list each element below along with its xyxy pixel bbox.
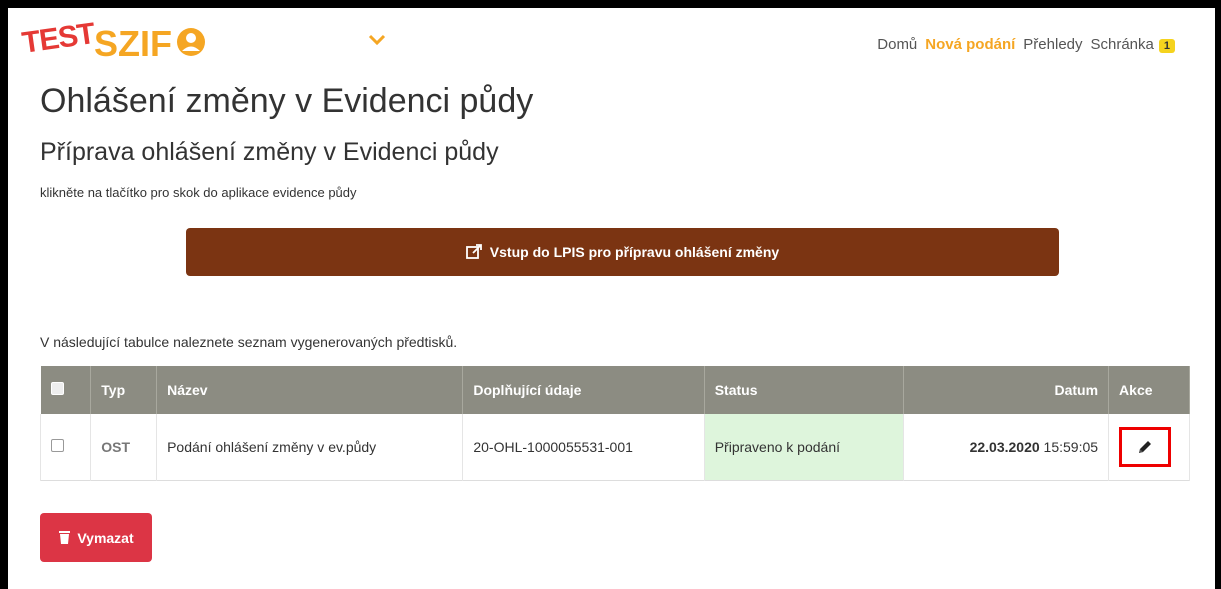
row-checkbox[interactable] xyxy=(51,438,64,452)
edit-button[interactable] xyxy=(1119,426,1172,467)
lpis-entry-button-label: Vstup do LPIS pro přípravu ohlášení změn… xyxy=(489,244,780,260)
user-circle-icon[interactable] xyxy=(176,27,206,57)
header-datum[interactable]: Datum xyxy=(903,366,1110,414)
header-doplnujici[interactable]: Doplňující údaje xyxy=(462,366,705,414)
row-time: 15:59:05 xyxy=(1043,438,1099,455)
table-header-row: Typ Název Doplňující údaje Status Datum … xyxy=(40,366,1190,414)
nav-inbox-label: Schránka xyxy=(1090,36,1154,53)
delete-button[interactable]: Vymazat xyxy=(40,513,152,562)
select-all-checkbox[interactable] xyxy=(50,382,64,395)
row-actions xyxy=(1108,414,1190,480)
hint-text: klikněte na tlačítko pro skok do aplikac… xyxy=(40,185,357,200)
szif-logo[interactable]: SZIF xyxy=(94,23,172,65)
table-caption: V následující tabulce naleznete seznam v… xyxy=(40,334,458,350)
nav-overview[interactable]: Přehledy xyxy=(1023,36,1082,53)
row-datum: 22.03.2020 15:59:05 xyxy=(903,414,1110,480)
row-status: Připraveno k podání xyxy=(703,414,905,480)
row-doplnujici: 20-OHL-1000055531-001 xyxy=(462,414,705,480)
lpis-entry-button[interactable]: Vstup do LPIS pro přípravu ohlášení změn… xyxy=(186,228,1059,276)
chevron-down-icon[interactable] xyxy=(368,34,386,46)
trash-icon xyxy=(59,531,71,544)
section-title: Příprava ohlášení změny v Evidenci půdy xyxy=(40,138,499,166)
delete-button-label: Vymazat xyxy=(77,529,134,546)
nav-new-submissions[interactable]: Nová podání xyxy=(925,36,1015,53)
header-status[interactable]: Status xyxy=(704,366,905,414)
header-typ[interactable]: Typ xyxy=(90,366,158,414)
top-bar: TEST SZIF Domů Nová podání Přehledy Schr… xyxy=(8,8,1215,76)
app-window: TEST SZIF Domů Nová podání Přehledy Schr… xyxy=(8,8,1215,589)
row-typ: OST xyxy=(90,414,158,480)
pencil-icon xyxy=(1139,440,1152,453)
main-nav: Domů Nová podání Přehledy Schránka 1 xyxy=(869,36,1175,53)
nav-home[interactable]: Domů xyxy=(877,36,917,53)
table-row: OST Podání ohlášení změny v ev.půdy 20-O… xyxy=(39,414,1190,480)
row-nazev: Podání ohlášení změny v ev.půdy xyxy=(156,414,464,480)
nav-inbox[interactable]: Schránka 1 xyxy=(1090,36,1175,53)
inbox-count-badge: 1 xyxy=(1158,39,1175,53)
row-date: 22.03.2020 xyxy=(969,438,1040,455)
test-logo: TEST xyxy=(19,17,97,60)
external-link-icon xyxy=(465,244,482,259)
row-select-cell xyxy=(39,414,92,480)
page-title: Ohlášení změny v Evidenci půdy xyxy=(40,82,534,120)
printouts-table: Typ Název Doplňující údaje Status Datum … xyxy=(39,366,1190,481)
header-akce: Akce xyxy=(1108,366,1190,414)
header-select-all[interactable] xyxy=(40,366,92,414)
header-nazev[interactable]: Název xyxy=(156,366,464,414)
